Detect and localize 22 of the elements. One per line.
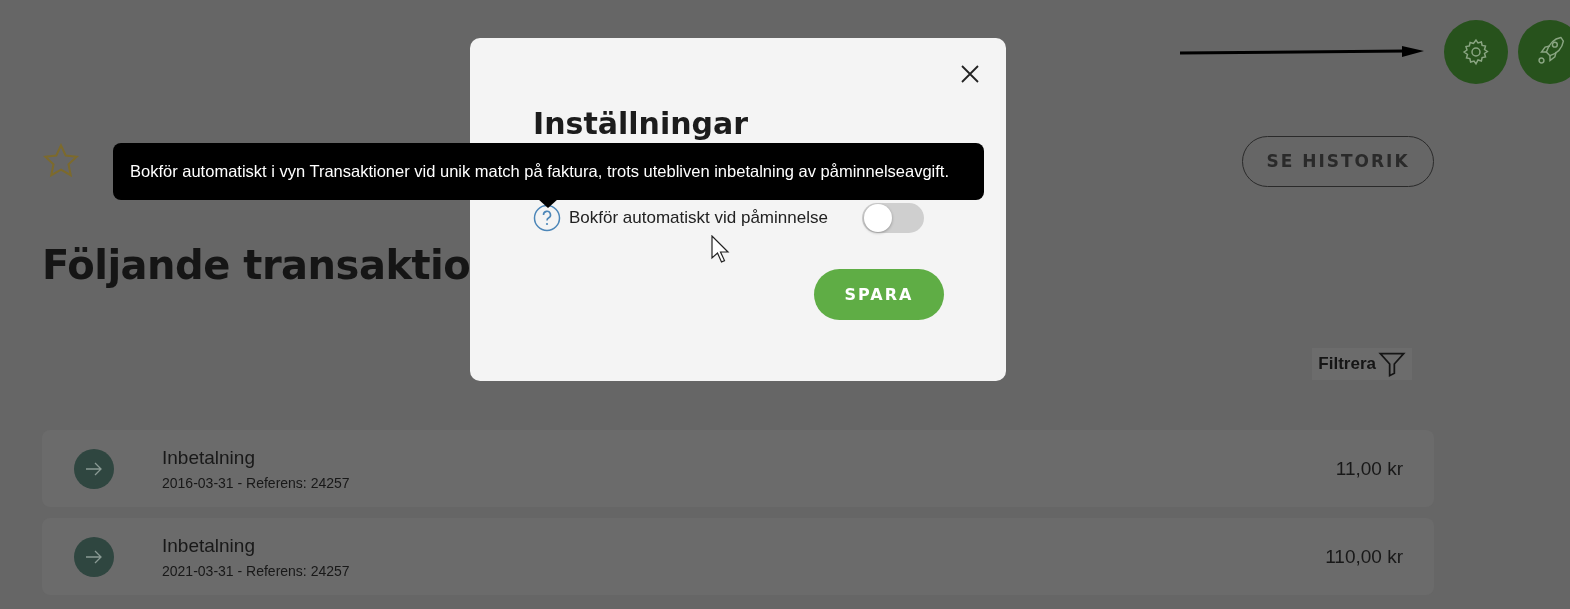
transaction-amount: 110,00 kr	[1325, 545, 1403, 568]
transaction-title: Inbetalning	[162, 446, 256, 469]
save-button[interactable]: SPARA	[814, 269, 944, 320]
tooltip-pointer	[538, 199, 558, 209]
transaction-row[interactable]: Inbetalning 2016-03-31 - Referens: 24257 11,00 kr	[42, 430, 1434, 507]
page-heading: Följande transaktio	[42, 242, 471, 288]
setting-label: Bokför automatiskt vid påminnelse	[569, 208, 828, 228]
settings-icon	[1461, 37, 1491, 67]
rocket-button[interactable]	[1518, 20, 1570, 84]
transaction-detail: 2016-03-31 - Referens: 24257	[162, 474, 351, 491]
star-icon	[42, 143, 80, 179]
filter-button[interactable]: Filtrera	[1312, 348, 1412, 380]
toggle-switch[interactable]	[861, 203, 924, 233]
transaction-row[interactable]: Inbetalning 2021-03-31 - Referens: 24257 110,00 kr	[42, 518, 1434, 595]
cursor-icon	[711, 235, 731, 263]
help-icon[interactable]	[533, 204, 561, 232]
tooltip: Bokför automatiskt i vyn Transaktioner vid unik match på faktura, trots utebliven inbetalning av påminnelseavgift.	[113, 143, 984, 200]
transaction-amount: 11,00 kr	[1335, 457, 1403, 480]
dialog-title: Inställningar	[533, 106, 750, 141]
filter-icon	[1378, 350, 1406, 378]
transaction-title: Inbetalning	[162, 534, 256, 557]
transaction-detail: 2021-03-31 - Referens: 24257	[162, 562, 351, 579]
